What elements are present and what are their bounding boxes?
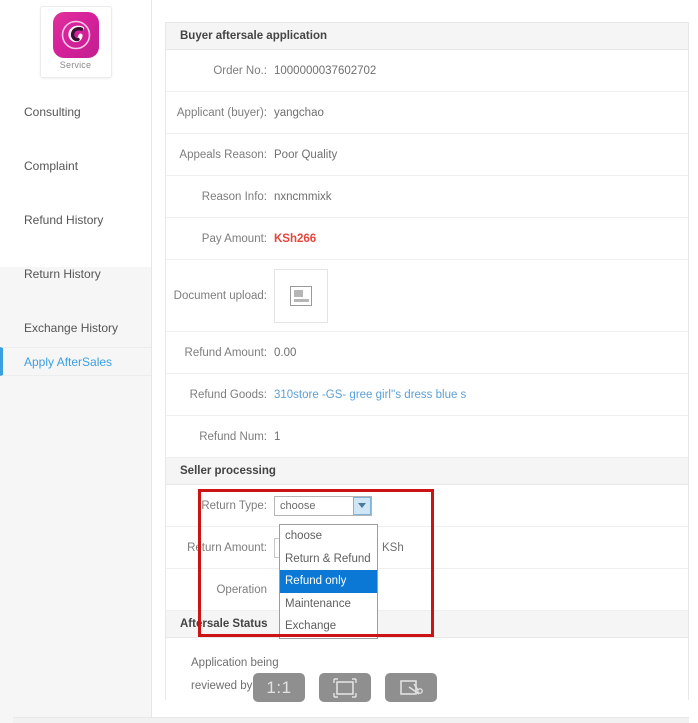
field-label: Operation [216,583,267,596]
field-row-applicant: Applicant (buyer): yangchao [166,92,688,134]
return-type-selected-value: choose [280,499,316,512]
dropdown-option-return-and-refund[interactable]: Return & Refund [280,548,377,571]
field-label: Pay Amount: [201,232,267,245]
field-label: Refund Amount: [184,346,267,359]
sidebar-item-label: Complaint [24,158,79,173]
app-root: Service Consulting Complaint Refund Hist… [0,0,698,723]
field-label: Reason Info: [201,190,267,203]
field-row-operation: Operation [166,569,688,611]
field-row-return-type: Return Type: choose [166,485,688,527]
section-header-buyer: Buyer aftersale application [166,23,688,50]
section-header-seller: Seller processing [166,458,688,485]
field-label: Document upload: [173,289,267,302]
field-row-reason-info: Reason Info: nxncmmixk [166,176,688,218]
crop-frame-icon [333,677,357,698]
panel-bottom-strip [13,717,689,723]
dropdown-option-choose[interactable]: choose [280,525,377,548]
field-value-order-no: 1000000037602702 [274,64,377,77]
sidebar-item-label: Refund History [24,212,104,227]
field-label: Applicant (buyer): [176,106,267,119]
section-title: Aftersale Status [180,618,268,630]
dropdown-option-label: Return & Refund [285,552,371,565]
dropdown-option-label: choose [285,530,323,543]
field-value-appeals-reason: Poor Quality [274,148,338,161]
sidebar-item-label: Consulting [24,104,81,119]
field-row-return-amount: Return Amount: KSh [166,527,688,569]
field-value-refund-amount: 0.00 [274,346,297,359]
field-value-refund-goods-link[interactable]: 310store -GS- gree girl''s dress blue s [274,389,466,401]
aftersale-panel: Buyer aftersale application Order No.: 1… [165,22,689,700]
field-label: Order No.: [213,64,267,77]
field-value-pay-amount: KSh266 [274,232,317,245]
section-header-status: Aftersale Status [166,611,688,638]
field-label: Refund Goods: [189,388,267,401]
screenshot-toolbar: 1:1 [253,673,437,702]
field-value-applicant: yangchao [274,106,324,119]
field-row-refund-amount: Refund Amount: 0.00 [166,332,688,374]
field-label: Return Type: [201,499,267,512]
scissors-cut-icon [400,679,423,695]
section-title: Seller processing [180,465,276,477]
sidebar-item-apply-aftersales[interactable]: Apply AfterSales [0,347,151,376]
sidebar-nav: Consulting Complaint Refund History Retu… [0,98,151,376]
field-row-document-upload: Document upload: [166,260,688,332]
sidebar-item-consulting[interactable]: Consulting [0,98,151,125]
return-type-dropdown-list[interactable]: choose Return & Refund Refund only Maint… [279,524,378,639]
sidebar-item-exchange-history[interactable]: Exchange History [0,314,151,341]
return-type-select-wrap: choose [274,495,372,516]
service-logo-card[interactable]: Service [39,6,112,78]
field-value-reason-info: nxncmmixk [274,190,332,203]
field-row-refund-goods: Refund Goods: 310store -GS- gree girl''s… [166,374,688,416]
sidebar-item-label: Return History [24,266,101,281]
chevron-down-icon[interactable] [353,496,371,515]
field-label: Appeals Reason: [179,148,267,161]
service-swirl-logo-icon [52,12,99,58]
document-upload-thumbnail[interactable] [274,268,328,323]
dropdown-option-label: Exchange [285,620,337,633]
sidebar-item-label: Apply AfterSales [24,354,113,369]
dropdown-option-label: Refund only [285,575,347,588]
field-row-order-no: Order No.: 1000000037602702 [166,50,688,92]
dropdown-option-label: Maintenance [285,597,351,610]
main-content: Buyer aftersale application Order No.: 1… [152,0,698,723]
dropdown-option-maintenance[interactable]: Maintenance [280,593,377,616]
sidebar: Service Consulting Complaint Refund Hist… [0,0,152,723]
screenshot-cut-button[interactable] [385,673,437,702]
field-value-refund-num: 1 [274,430,281,443]
return-type-select[interactable]: choose [274,495,372,516]
sidebar-item-complaint[interactable]: Complaint [0,152,151,179]
ratio-1-1-button[interactable]: 1:1 [253,673,305,702]
dropdown-option-exchange[interactable]: Exchange [280,615,377,638]
sidebar-item-label: Exchange History [24,320,119,335]
sidebar-item-refund-history[interactable]: Refund History [0,206,151,233]
status-line-1: Application being [191,657,279,669]
logo-caption: Service [59,60,92,70]
dropdown-option-refund-only[interactable]: Refund only [280,570,377,593]
field-label: Return Amount: [187,541,267,554]
sidebar-item-return-history[interactable]: Return History [0,260,151,287]
crop-frame-button[interactable] [319,673,371,702]
currency-suffix-label: KSh [382,541,404,554]
field-row-appeals-reason: Appeals Reason: Poor Quality [166,134,688,176]
field-row-refund-num: Refund Num: 1 [166,416,688,458]
ratio-1-1-label: 1:1 [266,677,292,697]
field-label: Refund Num: [199,430,267,443]
field-row-pay-amount: Pay Amount: KSh266 [166,218,688,260]
broken-image-icon [290,285,312,306]
section-title: Buyer aftersale application [180,30,327,42]
